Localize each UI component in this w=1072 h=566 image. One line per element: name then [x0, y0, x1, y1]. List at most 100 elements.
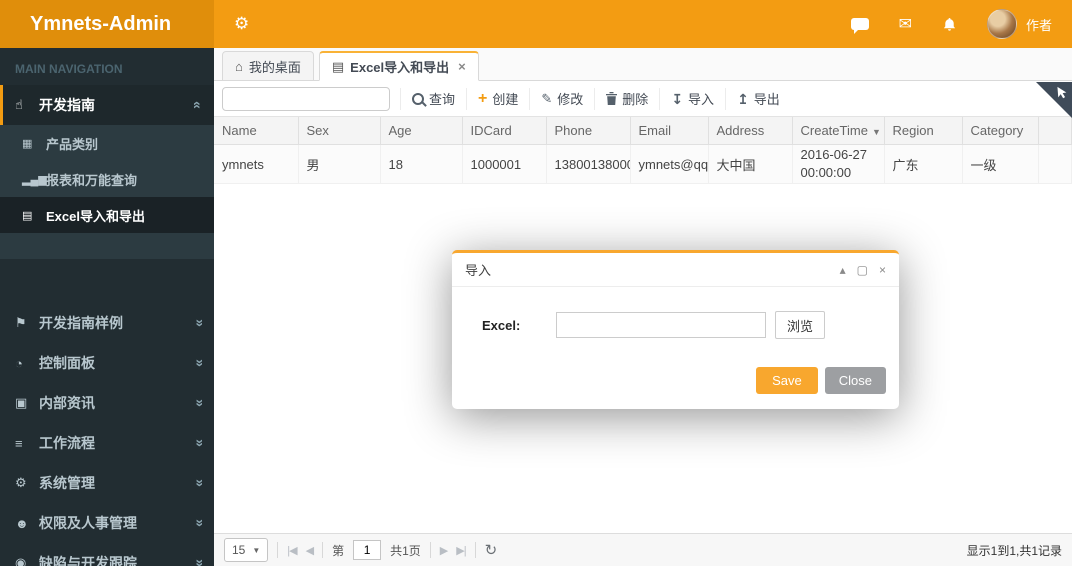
sidebar-group-dev-guide[interactable]: ☝ 开发指南 «: [0, 85, 214, 125]
envelope-icon[interactable]: ✉: [899, 14, 912, 34]
pencil-icon: ✎: [541, 90, 553, 106]
home-icon: ⌂: [235, 58, 243, 74]
query-button[interactable]: 查询: [400, 87, 466, 110]
file-icon: ▤: [22, 209, 33, 222]
page-number-input[interactable]: [353, 540, 382, 560]
sidebar-item-excel-import-export[interactable]: ▤ Excel导入和导出: [0, 197, 214, 233]
bug-icon: ◉: [15, 555, 27, 566]
dialog-header[interactable]: 导入 ▴ ▢ ×: [452, 253, 899, 287]
delete-button[interactable]: 删除: [594, 87, 659, 110]
bell-icon[interactable]: [942, 17, 957, 32]
next-page-button[interactable]: ▶: [440, 544, 449, 557]
user-name: 作者: [1025, 17, 1052, 33]
sidebar-group-workflow[interactable]: ≡ 工作流程 «: [0, 423, 214, 463]
data-table: Name Sex Age IDCard Phone Email Address …: [214, 117, 1072, 184]
caret-down-icon: ▼: [252, 545, 261, 555]
collapse-icon[interactable]: ▴: [840, 264, 846, 276]
plus-icon: +: [478, 89, 488, 107]
sidebar-group-permissions-hr[interactable]: ☻ 权限及人事管理 «: [0, 503, 214, 543]
dialog-footer: Save Close: [452, 355, 899, 409]
save-button[interactable]: Save: [756, 367, 818, 394]
sidebar: MAIN NAVIGATION ☝ 开发指南 « ▦ 产品类别 ▂▄▆ 报表和万…: [0, 48, 214, 566]
total-pages-label: 共1页: [390, 543, 421, 558]
file-icon: ▤: [331, 58, 345, 74]
page-prefix-label: 第: [332, 543, 345, 558]
column-header-address[interactable]: Address: [707, 117, 793, 145]
column-header-region[interactable]: Region: [883, 117, 963, 145]
grid-toolbar: 查询 + 创建 ✎ 修改 删除 ↧ 导入 ↥ 导出: [214, 81, 1072, 117]
maximize-icon[interactable]: ▢: [857, 264, 868, 276]
sidebar-item-product-category[interactable]: ▦ 产品类别: [0, 125, 214, 161]
news-icon: ▣: [15, 395, 28, 410]
submenu-dev-guide: ▦ 产品类别 ▂▄▆ 报表和万能查询 ▤ Excel导入和导出: [0, 125, 214, 259]
list-icon: ≡: [15, 435, 23, 451]
dialog-body: Excel: 浏览: [452, 287, 899, 355]
sidebar-item-reports-query[interactable]: ▂▄▆ 报表和万能查询: [0, 161, 214, 197]
nav-section-label: MAIN NAVIGATION: [15, 62, 123, 76]
close-button[interactable]: Close: [824, 367, 886, 394]
tabs-bar: ⌂ 我的桌面 ▤ Excel导入和导出 ×: [214, 48, 1072, 81]
corner-expand-control[interactable]: [1036, 82, 1072, 118]
brand-logo: Ymnets-Admin: [0, 0, 214, 48]
export-icon: ↥: [737, 90, 749, 107]
sort-desc-icon: ▼: [871, 127, 881, 137]
records-summary: 显示1到1,共1记录: [966, 543, 1062, 558]
excel-field-label: Excel:: [482, 317, 521, 333]
users-icon: ☻: [15, 515, 29, 531]
dialog-title: 导入: [465, 263, 492, 278]
dashboard-icon: ◔: [15, 355, 23, 371]
column-header-name[interactable]: Name: [214, 117, 299, 145]
search-icon: [412, 92, 424, 105]
comment-icon[interactable]: [850, 18, 869, 34]
chevron-down-icon: «: [190, 519, 207, 527]
column-header-sex[interactable]: Sex: [297, 117, 381, 145]
chevron-up-icon: «: [190, 101, 207, 109]
column-header-idcard[interactable]: IDCard: [461, 117, 547, 145]
tab-my-desktop[interactable]: ⌂ 我的桌面: [222, 51, 314, 81]
search-input[interactable]: [222, 86, 390, 111]
tab-excel-import-export[interactable]: ▤ Excel导入和导出 ×: [318, 51, 479, 81]
user-menu[interactable]: 作者: [986, 9, 1052, 39]
last-page-button[interactable]: ▶|: [456, 544, 466, 557]
import-icon: ↧: [671, 90, 684, 107]
sidebar-toggle-cogs-icon[interactable]: ⚙: [234, 14, 249, 34]
sidebar-group-control-panel[interactable]: ◔ 控制面板 «: [0, 343, 214, 383]
prev-page-button[interactable]: ◀: [306, 544, 315, 557]
chart-icon: ▂▄▆: [22, 173, 47, 186]
sidebar-group-defect-tracking[interactable]: ◉ 缺陷与开发跟踪 «: [0, 543, 214, 566]
chevron-down-icon: «: [190, 479, 207, 487]
column-header-phone[interactable]: Phone: [545, 117, 631, 145]
page-size-select[interactable]: 15 ▼: [224, 538, 269, 562]
column-header-age[interactable]: Age: [379, 117, 463, 145]
hand-icon: ☝: [15, 97, 23, 112]
export-button[interactable]: ↥ 导出: [725, 87, 791, 110]
create-button[interactable]: + 创建: [466, 87, 529, 110]
column-header-category[interactable]: Category: [961, 117, 1039, 145]
table-row[interactable]: ymnets 男 18 1000001 13800138000 ymnets@q…: [214, 144, 1072, 184]
trash-icon: [606, 92, 618, 105]
import-button[interactable]: ↧ 导入: [659, 87, 725, 110]
chevron-down-icon: «: [190, 319, 207, 327]
modify-button[interactable]: ✎ 修改: [529, 87, 594, 110]
sidebar-group-system-mgmt[interactable]: ⚙ 系统管理 «: [0, 463, 214, 503]
chevron-down-icon: «: [190, 399, 207, 407]
column-header-filler: [1037, 117, 1072, 145]
close-icon[interactable]: ×: [879, 264, 886, 276]
top-header: Ymnets-Admin ⚙ ✉ 作者: [0, 0, 1072, 48]
sitemap-icon: ▦: [22, 137, 33, 150]
chevron-down-icon: «: [190, 359, 207, 367]
excel-file-input[interactable]: [556, 312, 766, 338]
column-header-email[interactable]: Email: [629, 117, 709, 145]
first-page-button[interactable]: |◀: [287, 544, 297, 557]
browse-button[interactable]: 浏览: [775, 311, 826, 339]
refresh-button[interactable]: ↻: [485, 541, 498, 559]
chevron-down-icon: «: [190, 559, 207, 566]
tab-close-icon[interactable]: ×: [458, 59, 466, 74]
table-header-row: Name Sex Age IDCard Phone Email Address …: [214, 117, 1072, 145]
sidebar-group-internal-news[interactable]: ▣ 内部资讯 «: [0, 383, 214, 423]
column-header-createtime[interactable]: CreateTime ▼: [791, 117, 885, 145]
chevron-down-icon: «: [190, 439, 207, 447]
sidebar-group-samples[interactable]: ⚑ 开发指南样例 «: [0, 303, 214, 343]
group-label: 开发指南: [39, 97, 95, 113]
import-dialog: 导入 ▴ ▢ × Excel: 浏览 Save Close: [452, 250, 899, 409]
